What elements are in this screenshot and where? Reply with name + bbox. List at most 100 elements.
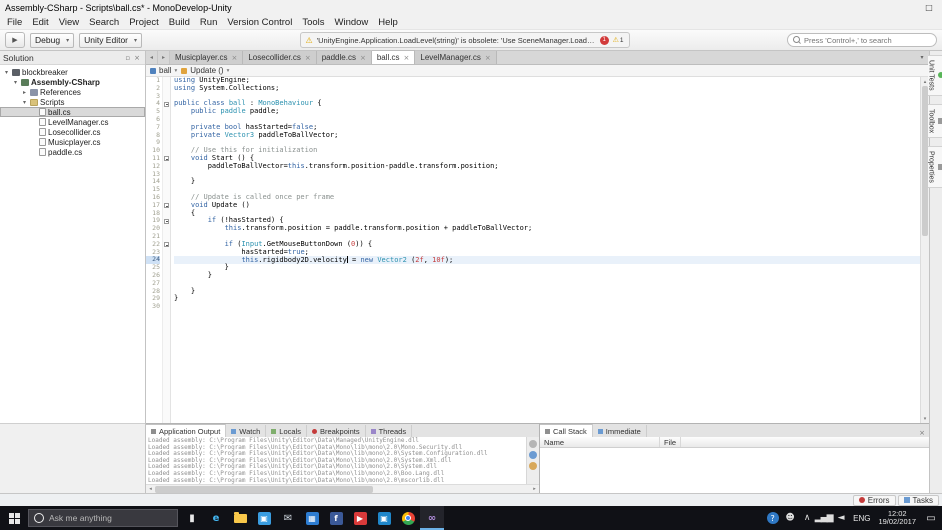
close-tab-icon[interactable]: × <box>485 54 491 62</box>
pad-tab-call-stack[interactable]: Call Stack <box>540 424 593 437</box>
expander-icon[interactable]: ▾ <box>12 79 19 86</box>
pad-tab-watch[interactable]: Watch <box>226 425 267 437</box>
mail-icon[interactable]: ✉ <box>276 506 300 530</box>
code-line[interactable]: using System.Collections; <box>174 84 920 93</box>
column-header-file[interactable]: File <box>660 437 682 447</box>
help-icon[interactable]: ? <box>764 506 781 530</box>
pad-tab-locals[interactable]: Locals <box>266 425 307 437</box>
start-button[interactable] <box>0 506 28 530</box>
tree-item-references[interactable]: ▸ References <box>0 87 145 97</box>
dock-tab-toolbox[interactable]: Toolbox <box>927 103 942 138</box>
people-icon[interactable]: ☻ <box>781 506 798 530</box>
microphone-icon[interactable]: ▮ <box>180 506 204 530</box>
volume-icon[interactable]: ◄ <box>832 506 849 530</box>
menu-window[interactable]: Window <box>330 15 374 29</box>
output-horizontal-scrollbar[interactable]: ◂ ▸ <box>146 484 539 493</box>
menu-version-control[interactable]: Version Control <box>222 15 297 29</box>
code-line[interactable]: using UnityEngine; <box>174 77 920 85</box>
tab-musicplayer-cs[interactable]: Musicplayer.cs × <box>170 51 244 64</box>
tab-losecollider-cs[interactable]: Losecollider.cs × <box>243 51 317 64</box>
code-line[interactable]: { <box>174 209 920 218</box>
menu-build[interactable]: Build <box>164 15 195 29</box>
code-line[interactable]: void Update () <box>174 201 920 210</box>
tab-paddle-cs[interactable]: paddle.cs × <box>316 51 372 64</box>
monodevelop-icon[interactable]: ∞ <box>420 506 444 530</box>
status-errors-button[interactable]: Errors <box>852 494 896 506</box>
menu-file[interactable]: File <box>2 15 27 29</box>
fold-collapse-icon[interactable] <box>164 203 169 209</box>
output-log[interactable]: Loaded assembly: C:\Program Files\Unity\… <box>146 437 526 484</box>
column-header-name[interactable]: Name <box>540 437 660 447</box>
navigate-forward-icon[interactable]: ▸ <box>158 51 170 64</box>
notification-icon[interactable]: ▭ <box>920 506 942 530</box>
facebook-icon[interactable]: f <box>324 506 348 530</box>
code-line[interactable] <box>174 303 920 311</box>
menu-edit[interactable]: Edit <box>27 15 53 29</box>
tree-item-losecollider-cs[interactable]: Losecollider.cs <box>0 127 145 137</box>
code-line[interactable]: paddleToBallVector=this.transform.positi… <box>174 162 920 171</box>
titlebar[interactable]: Assembly-CSharp - Scripts\ball.cs* - Mon… <box>0 0 942 27</box>
call-stack-body[interactable] <box>540 448 929 493</box>
tree-item-blockbreaker[interactable]: ▾ blockbreaker <box>0 67 145 77</box>
code-line[interactable]: // Update is called once per frame <box>174 193 920 202</box>
cortana-search-box[interactable]: Ask me anything <box>28 509 178 527</box>
code-line[interactable]: public paddle paddle; <box>174 107 920 116</box>
fold-collapse-icon[interactable] <box>164 101 169 107</box>
dock-tab-properties[interactable]: Properties <box>927 145 942 188</box>
code-line[interactable]: this.rigidbody2D.velocity = new Vector2 … <box>174 256 920 264</box>
code-line[interactable]: } <box>174 177 920 186</box>
error-count-badge[interactable]: 1 <box>599 35 609 45</box>
code-line[interactable]: } <box>174 287 920 296</box>
output-clear-icon[interactable] <box>529 451 537 459</box>
code-line[interactable]: public class ball : MonoBehaviour { <box>174 99 920 108</box>
tree-item-musicplayer-cs[interactable]: Musicplayer.cs <box>0 137 145 147</box>
fold-collapse-icon[interactable] <box>164 156 169 162</box>
menu-tools[interactable]: Tools <box>297 15 329 29</box>
code-line[interactable]: } <box>174 271 920 280</box>
tree-item-scripts[interactable]: ▾ Scripts <box>0 97 145 107</box>
close-pad-icon[interactable]: × <box>915 429 929 437</box>
dock-tab-unit-tests[interactable]: Unit Tests <box>927 55 942 96</box>
tree-item-levelmanager-cs[interactable]: LevelManager.cs <box>0 117 145 127</box>
warning-count-badge[interactable]: ⚠ 1 <box>613 36 624 44</box>
expander-icon[interactable]: ▾ <box>21 99 28 106</box>
breadcrumb-item-update[interactable]: Update () ▾ <box>181 66 229 75</box>
file-explorer-icon[interactable] <box>228 506 252 530</box>
code-line[interactable]: // Use this for initialization <box>174 146 920 155</box>
menu-run[interactable]: Run <box>195 15 222 29</box>
menu-project[interactable]: Project <box>124 15 164 29</box>
close-tab-icon[interactable]: × <box>231 54 237 62</box>
tab-levelmanager-cs[interactable]: LevelManager.cs × <box>415 51 497 64</box>
code-line[interactable]: } <box>174 263 920 272</box>
language-indicator[interactable]: ENG <box>849 514 874 523</box>
video-app-icon[interactable]: ▶ <box>348 506 372 530</box>
menu-help[interactable]: Help <box>373 15 403 29</box>
close-tab-icon[interactable]: × <box>305 54 311 62</box>
network-icon[interactable]: ▂▄▆ <box>815 506 834 530</box>
close-tab-icon[interactable]: × <box>360 54 366 62</box>
tree-item-ball-cs[interactable]: ball.cs <box>0 107 145 117</box>
pad-tab-threads[interactable]: Threads <box>366 425 413 437</box>
scroll-down-icon[interactable]: ▾ <box>921 414 929 423</box>
photos-icon[interactable]: ▣ <box>372 506 396 530</box>
pad-tab-breakpoints[interactable]: Breakpoints <box>307 425 366 437</box>
code-line[interactable]: private Vector3 paddleToBallVector; <box>174 131 920 140</box>
tree-item-assembly-csharp[interactable]: ▾ Assembly-CSharp <box>0 77 145 87</box>
chevron-up-icon[interactable]: ∧ <box>798 506 815 530</box>
output-pin-icon[interactable] <box>529 440 537 448</box>
search-input[interactable] <box>804 35 931 45</box>
fold-collapse-icon[interactable] <box>164 218 169 224</box>
tree-item-paddle-cs[interactable]: paddle.cs <box>0 147 145 157</box>
output-settings-icon[interactable] <box>529 462 537 470</box>
code-line[interactable]: } <box>174 294 920 303</box>
scrollbar-thumb[interactable] <box>155 485 373 493</box>
expander-icon[interactable]: ▸ <box>21 89 28 96</box>
global-search-box[interactable] <box>787 33 937 47</box>
store-icon[interactable]: ▣ <box>252 506 276 530</box>
code-line[interactable]: this.transform.position = paddle.transfo… <box>174 224 920 233</box>
close-tab-icon[interactable]: × <box>404 54 410 62</box>
maximize-button[interactable]: □ <box>916 0 942 15</box>
code-editor[interactable]: 1 2 3 4 5 6 7 8 9 10 11 12 13 14 15 16 17 18 19 20 21 22 23 24 2… <box>146 76 929 423</box>
edge-icon[interactable]: e <box>204 506 228 530</box>
calendar-icon[interactable]: ▦ <box>300 506 324 530</box>
